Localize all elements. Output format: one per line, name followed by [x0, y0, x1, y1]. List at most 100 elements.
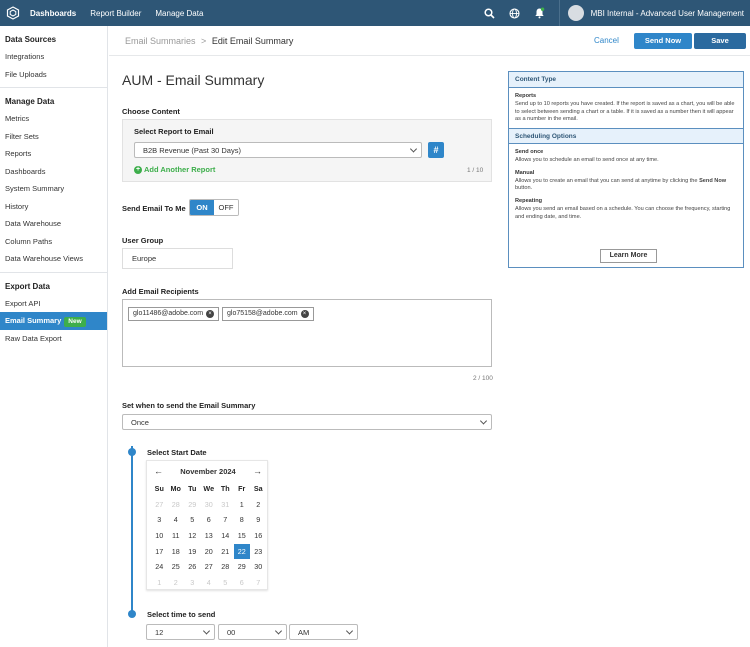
calendar-day[interactable]: 12 [184, 528, 201, 544]
recipient-email: glo11486@adobe.com [133, 310, 204, 317]
calendar-day[interactable]: 7 [250, 575, 267, 591]
calendar-day[interactable]: 15 [234, 528, 251, 544]
calendar-day[interactable]: 24 [151, 559, 168, 575]
user-group-field[interactable]: Europe [122, 248, 233, 269]
calendar-day[interactable]: 19 [184, 544, 201, 560]
calendar-day[interactable]: 7 [217, 512, 234, 528]
calendar-day[interactable]: 28 [217, 559, 234, 575]
calendar-day[interactable]: 27 [151, 497, 168, 513]
sidebar-item-column-paths[interactable]: Column Paths [0, 233, 107, 251]
plus-circle-icon: + [134, 165, 142, 174]
sidebar-item-integrations[interactable]: Integrations [0, 48, 107, 66]
previous-month-button[interactable]: ← [154, 466, 163, 476]
calendar-day[interactable]: 1 [151, 575, 168, 591]
sidebar-item-data-warehouse[interactable]: Data Warehouse [0, 215, 107, 233]
ampm-select[interactable]: AM [289, 624, 358, 640]
learn-more-button[interactable]: Learn More [600, 249, 657, 263]
calendar-day[interactable]: 1 [234, 497, 251, 513]
hour-select[interactable]: 12 [146, 624, 215, 640]
choose-content-label: Choose Content [122, 107, 180, 116]
calendar-day[interactable]: 6 [234, 575, 251, 591]
calendar-day[interactable]: 13 [201, 528, 218, 544]
sidebar-item-email-summary[interactable]: Email Summary New [0, 312, 107, 330]
minute-select[interactable]: 00 [218, 624, 287, 640]
account-name: MBI Internal - Advanced User Management [590, 8, 744, 18]
user-group-label: User Group [122, 236, 164, 245]
globe-icon[interactable] [509, 7, 521, 19]
calendar-day[interactable]: 10 [151, 528, 168, 544]
app-logo-icon[interactable] [6, 6, 20, 20]
send-once-title: Send once [515, 149, 544, 156]
calendar-day[interactable]: 5 [217, 575, 234, 591]
calendar-day[interactable]: 27 [201, 559, 218, 575]
add-another-report-link[interactable]: + Add Another Report [134, 165, 215, 174]
calendar-day[interactable]: 21 [217, 544, 234, 560]
sidebar-item-file-uploads[interactable]: File Uploads [0, 66, 107, 84]
calendar-day[interactable]: 4 [201, 575, 218, 591]
breadcrumb-email-summaries[interactable]: Email Summaries [125, 36, 196, 46]
send-to-me-toggle[interactable]: ON OFF [189, 199, 239, 216]
calendar-day[interactable]: 29 [234, 559, 251, 575]
page-title: AUM - Email Summary [122, 72, 265, 88]
notification-bell-icon[interactable] [534, 7, 546, 19]
calendar-day[interactable]: 2 [250, 497, 267, 513]
report-select[interactable]: B2B Revenue (Past 30 Days) [134, 142, 422, 158]
sidebar-item-data-warehouse-views[interactable]: Data Warehouse Views [0, 250, 107, 268]
recipients-field[interactable]: glo11486@adobe.com × glo75158@adobe.com … [122, 299, 492, 367]
calendar-day[interactable]: 30 [250, 559, 267, 575]
sidebar-item-filter-sets[interactable]: Filter Sets [0, 128, 107, 146]
sidebar-item-reports[interactable]: Reports [0, 145, 107, 163]
content-type-body: Reports Send up to 10 reports you have c… [509, 88, 743, 128]
search-icon[interactable] [484, 7, 496, 19]
calendar-day[interactable]: 16 [250, 528, 267, 544]
sidebar-item-system-summary[interactable]: System Summary [0, 180, 107, 198]
account-menu[interactable]: MBI Internal - Advanced User Management [558, 0, 750, 26]
calendar-day[interactable]: 30 [201, 497, 218, 513]
sidebar-item-export-api[interactable]: Export API [0, 295, 107, 313]
calendar-day[interactable]: 20 [201, 544, 218, 560]
sidebar-item-dashboards[interactable]: Dashboards [0, 163, 107, 181]
calendar-day-selected[interactable]: 22 [233, 543, 250, 560]
calendar-day[interactable]: 11 [168, 528, 185, 544]
weekday-label: Tu [188, 484, 197, 493]
toggle-on[interactable]: ON [190, 200, 214, 215]
sidebar-item-raw-data-export[interactable]: Raw Data Export [0, 330, 107, 348]
calendar-day[interactable]: 2 [168, 575, 185, 591]
calendar-day[interactable]: 18 [168, 544, 185, 560]
weekday-label: We [203, 484, 215, 493]
calendar-day[interactable]: 14 [217, 528, 234, 544]
toggle-off[interactable]: OFF [214, 200, 238, 215]
calendar-day[interactable]: 6 [201, 512, 218, 528]
reports-title: Reports [515, 93, 537, 99]
sidebar-item-history[interactable]: History [0, 198, 107, 216]
calendar-day[interactable]: 31 [217, 497, 234, 513]
remove-recipient-icon[interactable]: × [300, 310, 309, 318]
calendar-day[interactable]: 23 [250, 544, 267, 560]
calendar-day[interactable]: 4 [168, 512, 185, 528]
sidebar-item-metrics[interactable]: Metrics [0, 110, 107, 128]
nav-report-builder[interactable]: Report Builder [90, 9, 141, 18]
calendar-day[interactable]: 26 [184, 559, 201, 575]
calendar-day[interactable]: 17 [151, 544, 168, 560]
chevron-down-icon [479, 417, 488, 425]
cancel-button[interactable]: Cancel [594, 36, 619, 45]
schedule-select[interactable]: Once [122, 414, 492, 430]
calendar-day[interactable]: 25 [168, 559, 185, 575]
calendar-day[interactable]: 3 [184, 575, 201, 591]
send-now-button[interactable]: Send Now [634, 33, 692, 49]
calendar-day[interactable]: 8 [234, 512, 251, 528]
calendar-day[interactable]: 28 [168, 497, 185, 513]
calendar-day[interactable]: 29 [184, 497, 201, 513]
calendar-day[interactable]: 9 [250, 512, 267, 528]
remove-recipient-icon[interactable]: × [206, 310, 215, 318]
chart-table-toggle-button[interactable]: # [428, 142, 444, 158]
date-picker: ← November 2024 → Su Mo Tu We Th Fr Sa 2… [146, 460, 268, 590]
save-button[interactable]: Save [694, 33, 746, 49]
calendar-day[interactable]: 5 [184, 512, 201, 528]
nav-dashboards[interactable]: Dashboards [30, 9, 76, 18]
next-month-button[interactable]: → [253, 466, 262, 476]
minute-value: 00 [227, 627, 236, 637]
nav-manage-data[interactable]: Manage Data [155, 9, 203, 18]
sidebar-section-export-data: Export Data [5, 281, 50, 291]
calendar-day[interactable]: 3 [151, 512, 168, 528]
